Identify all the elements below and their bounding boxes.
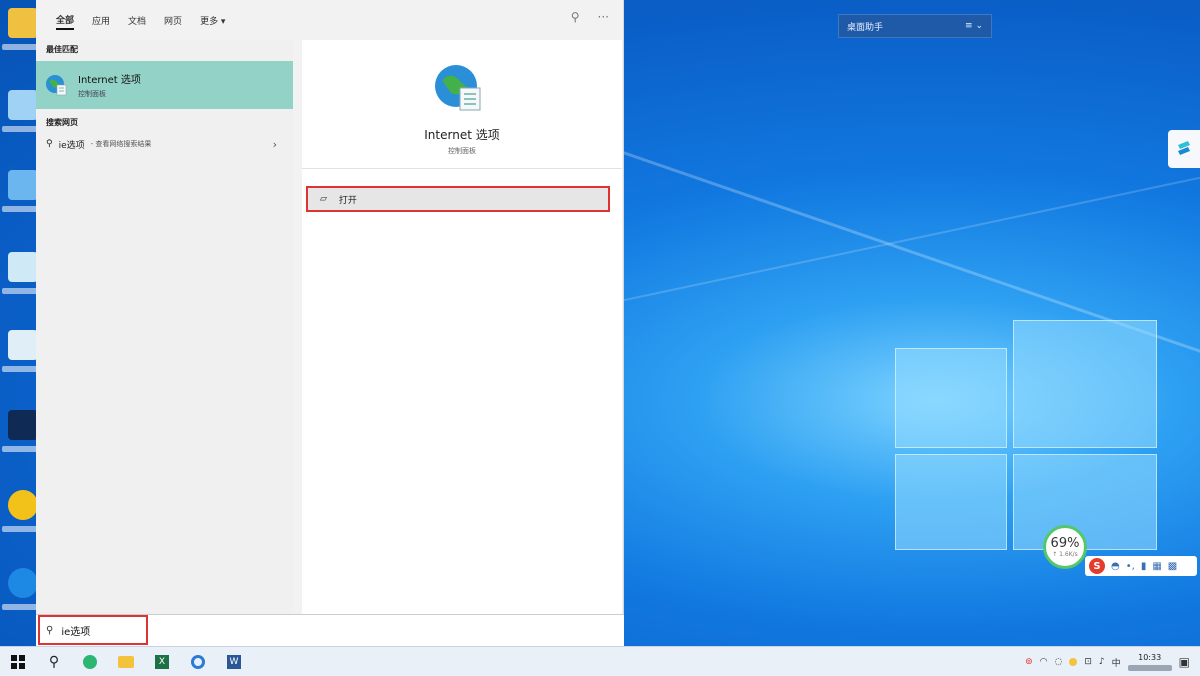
search-tabs: 全部 应用 文档 网页 更多 ▾ xyxy=(36,0,624,40)
tab-apps[interactable]: 应用 xyxy=(92,12,110,29)
clock[interactable]: 10:33 xyxy=(1127,653,1172,671)
search-icon[interactable]: ⚲ xyxy=(36,647,72,676)
search-box[interactable]: ⚲ xyxy=(36,614,624,646)
detail-pane: Internet 选项 控制面板 ▱ 打开 xyxy=(302,40,622,614)
web-search-query: ie选项 xyxy=(58,140,85,151)
network-meter[interactable]: 69% ↑ 1.6K/s xyxy=(1043,525,1087,569)
weibo-icon[interactable]: ⊚ xyxy=(1025,657,1033,667)
desktop-icon-photoshop[interactable] xyxy=(8,410,38,440)
search-icon: ⚲ xyxy=(46,139,53,149)
desktop-icon-control-panel[interactable] xyxy=(8,252,38,282)
globe-icon xyxy=(435,65,481,111)
wifi-icon[interactable]: ◠ xyxy=(1040,657,1048,667)
results-list: 最佳匹配 Internet 选项 控制面板 搜索网页 ⚲ ie选项 - 查看网络… xyxy=(36,40,293,614)
desktop-icon-sogou[interactable] xyxy=(8,568,38,598)
system-tray: ⊚ ◠ ◌ ⊡ ♪ 中 10:33 ▣ xyxy=(1025,647,1200,676)
desktop-icon-label xyxy=(2,44,40,50)
meter-percent: 69% xyxy=(1050,536,1080,551)
open-label: 打开 xyxy=(338,195,357,206)
ime-tray-icon[interactable]: 中 xyxy=(1112,656,1121,669)
file-explorer-icon[interactable] xyxy=(108,647,144,676)
meter-speed: ↑ 1.6K/s xyxy=(1052,551,1078,558)
edge-app-badge[interactable] xyxy=(1168,130,1200,168)
volume-icon[interactable]: ◌ xyxy=(1054,657,1062,667)
desktop-icon-label xyxy=(2,206,40,212)
light-beam xyxy=(619,171,1200,302)
desktop-icon-user[interactable] xyxy=(8,8,38,38)
open-icon: ▱ xyxy=(320,194,327,204)
pin-icon[interactable]: ⚲ xyxy=(571,10,580,24)
search-input[interactable] xyxy=(61,625,122,636)
best-match-sub: 控制面板 xyxy=(78,90,106,98)
desktop-icon-label xyxy=(2,366,40,372)
tab-more[interactable]: 更多 ▾ xyxy=(200,12,225,29)
windows-start-icon[interactable] xyxy=(0,647,36,676)
sogou-logo-icon[interactable]: S xyxy=(1089,558,1105,574)
app-green-icon[interactable] xyxy=(72,647,108,676)
widget-label: 桌面助手 xyxy=(847,22,884,33)
taskbar: ⚲ X W ⊚ ◠ ◌ ⊡ ♪ 中 10:33 ▣ xyxy=(0,646,1200,676)
desktop-icon-label xyxy=(2,604,40,610)
best-match-heading: 最佳匹配 xyxy=(46,45,78,54)
tab-web[interactable]: 网页 xyxy=(164,12,182,29)
tab-documents[interactable]: 文档 xyxy=(128,12,146,29)
grid-icon[interactable]: ▩ xyxy=(1168,561,1177,572)
desktop-icon-recycle-bin[interactable] xyxy=(8,330,38,360)
tabs-actions: ⚲ ··· xyxy=(571,10,609,24)
web-search-sub: - 查看网络搜索结果 xyxy=(90,140,152,148)
detail-title: Internet 选项 xyxy=(424,128,500,142)
desktop-icon-network[interactable] xyxy=(8,170,38,200)
sync-icon[interactable] xyxy=(180,647,216,676)
chevron-right-icon[interactable]: › xyxy=(273,138,277,151)
divider xyxy=(302,168,622,169)
best-match-item[interactable]: Internet 选项 控制面板 xyxy=(36,61,293,109)
app-tray-icon[interactable] xyxy=(1069,658,1078,666)
tab-all[interactable]: 全部 xyxy=(56,11,75,30)
word-icon[interactable]: W xyxy=(216,647,252,676)
more-icon[interactable]: ··· xyxy=(598,10,609,24)
clock-date xyxy=(1127,665,1172,671)
globe-icon xyxy=(46,75,67,96)
open-button[interactable]: ▱ 打开 xyxy=(306,186,610,212)
web-search-heading: 搜索网页 xyxy=(46,118,78,127)
detail-subtitle: 控制面板 xyxy=(448,147,476,155)
widget-menu-icon[interactable]: ≡ ⌄ xyxy=(965,21,983,31)
excel-icon[interactable]: X xyxy=(144,647,180,676)
web-search-item[interactable]: ⚲ ie选项 - 查看网络搜索结果 › xyxy=(36,132,293,156)
keyboard-icon[interactable]: ▦ xyxy=(1152,561,1161,572)
desktop-icon-app-green[interactable] xyxy=(8,490,38,520)
best-match-name: Internet 选项 xyxy=(78,75,141,86)
desktop-icon-label xyxy=(2,446,40,452)
app-s-icon xyxy=(1178,141,1190,155)
notification-icon[interactable]: ▣ xyxy=(1179,655,1190,669)
desktop-icon-label xyxy=(2,126,40,132)
clock-time: 10:33 xyxy=(1138,653,1162,662)
windows-logo-wallpaper xyxy=(895,320,1157,550)
ime-toolbar[interactable]: S ◓ •, ▮ ▦ ▩ xyxy=(1085,556,1197,576)
desktop-icon-pc[interactable] xyxy=(8,90,38,120)
mic-icon[interactable]: ▮ xyxy=(1141,561,1147,572)
chat-icon[interactable]: ◓ xyxy=(1111,561,1120,572)
desktop-icon-label xyxy=(2,288,40,294)
punct-icon[interactable]: •, xyxy=(1126,561,1135,572)
network-icon[interactable]: ⊡ xyxy=(1084,657,1092,667)
speaker-icon[interactable]: ♪ xyxy=(1099,657,1105,667)
search-icon: ⚲ xyxy=(46,625,54,636)
desktop-widget[interactable]: 桌面助手 ≡ ⌄ xyxy=(838,14,992,38)
search-panel: 全部 应用 文档 网页 更多 ▾ ⚲ ··· 最佳匹配 Internet 选项 … xyxy=(36,0,624,646)
desktop-icon-label xyxy=(2,526,40,532)
